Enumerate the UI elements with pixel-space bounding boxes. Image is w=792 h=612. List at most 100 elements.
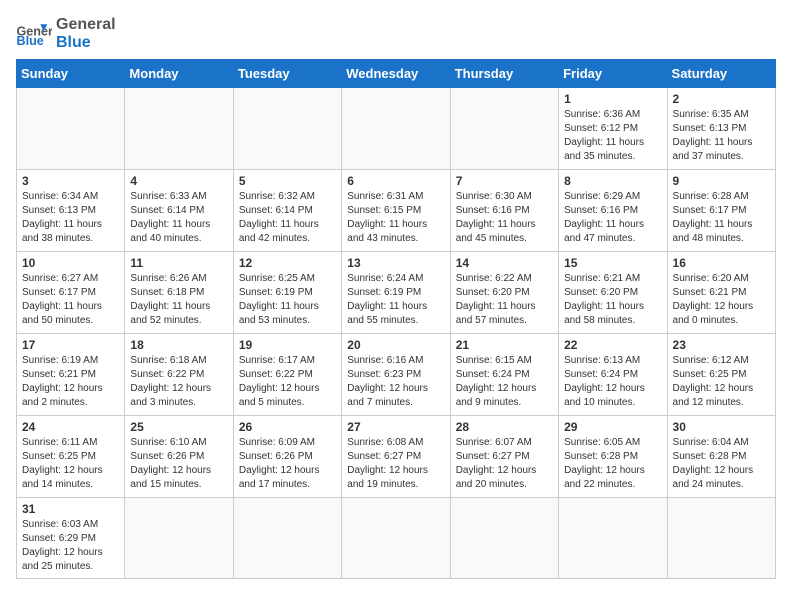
day-number: 4 xyxy=(130,174,227,188)
calendar-week-row: 3Sunrise: 6:34 AMSunset: 6:13 PMDaylight… xyxy=(17,170,776,252)
day-number: 2 xyxy=(673,92,770,106)
day-info: Sunrise: 6:12 AMSunset: 6:25 PMDaylight:… xyxy=(673,354,770,410)
day-info: Sunrise: 6:30 AMSunset: 6:16 PMDaylight:… xyxy=(456,190,553,246)
day-info: Sunrise: 6:10 AMSunset: 6:26 PMDaylight:… xyxy=(130,436,227,492)
day-number: 21 xyxy=(456,338,553,352)
logo: General Blue General Blue xyxy=(16,16,116,51)
day-info: Sunrise: 6:05 AMSunset: 6:28 PMDaylight:… xyxy=(564,436,661,492)
day-info: Sunrise: 6:33 AMSunset: 6:14 PMDaylight:… xyxy=(130,190,227,246)
calendar-cell: 6 Sunrise: 6:31 AMSunset: 6:15 PMDaylight… xyxy=(342,170,450,252)
calendar-week-row: 31Sunrise: 6:03 AMSunset: 6:29 PMDayligh… xyxy=(17,498,776,579)
column-header-sunday: Sunday xyxy=(17,60,125,88)
day-info: Sunrise: 6:36 AMSunset: 6:12 PMDaylight:… xyxy=(564,108,661,164)
logo-blue-text: Blue xyxy=(56,34,116,52)
calendar-week-row: 1 Sunrise: 6:36 AMSunset: 6:12 PMDaylight… xyxy=(17,88,776,170)
day-number: 29 xyxy=(564,420,661,434)
day-info: Sunrise: 6:25 AMSunset: 6:19 PMDaylight:… xyxy=(239,272,336,328)
calendar-cell: 17Sunrise: 6:19 AMSunset: 6:21 PMDayligh… xyxy=(17,334,125,416)
calendar-cell: 27Sunrise: 6:08 AMSunset: 6:27 PMDayligh… xyxy=(342,416,450,498)
day-info: Sunrise: 6:35 AMSunset: 6:13 PMDaylight:… xyxy=(673,108,770,164)
day-number: 28 xyxy=(456,420,553,434)
day-number: 19 xyxy=(239,338,336,352)
column-header-monday: Monday xyxy=(125,60,233,88)
day-number: 7 xyxy=(456,174,553,188)
day-number: 16 xyxy=(673,256,770,270)
calendar-cell: 18Sunrise: 6:18 AMSunset: 6:22 PMDayligh… xyxy=(125,334,233,416)
calendar-cell: 11Sunrise: 6:26 AMSunset: 6:18 PMDayligh… xyxy=(125,252,233,334)
calendar-week-row: 24 Sunrise: 6:11 AMSunset: 6:25 PMDayligh… xyxy=(17,416,776,498)
day-number: 13 xyxy=(347,256,444,270)
day-info: Sunrise: 6:21 AMSunset: 6:20 PMDaylight:… xyxy=(564,272,661,328)
calendar-cell xyxy=(342,88,450,170)
logo-svg: General Blue xyxy=(16,20,52,48)
day-info: Sunrise: 6:11 AMSunset: 6:25 PMDaylight:… xyxy=(22,436,119,492)
calendar-cell: 4 Sunrise: 6:33 AMSunset: 6:14 PMDaylight… xyxy=(125,170,233,252)
day-number: 3 xyxy=(22,174,119,188)
day-number: 24 xyxy=(22,420,119,434)
day-number: 18 xyxy=(130,338,227,352)
day-info: Sunrise: 6:08 AMSunset: 6:27 PMDaylight:… xyxy=(347,436,444,492)
calendar-cell xyxy=(559,498,667,579)
day-info: Sunrise: 6:20 AMSunset: 6:21 PMDaylight:… xyxy=(673,272,770,328)
calendar-cell xyxy=(17,88,125,170)
day-number: 15 xyxy=(564,256,661,270)
calendar-cell xyxy=(450,88,558,170)
day-info: Sunrise: 6:32 AMSunset: 6:14 PMDaylight:… xyxy=(239,190,336,246)
calendar-week-row: 10Sunrise: 6:27 AMSunset: 6:17 PMDayligh… xyxy=(17,252,776,334)
calendar-cell: 15 Sunrise: 6:21 AMSunset: 6:20 PMDayligh… xyxy=(559,252,667,334)
calendar-cell: 20 Sunrise: 6:16 AMSunset: 6:23 PMDayligh… xyxy=(342,334,450,416)
day-number: 26 xyxy=(239,420,336,434)
day-info: Sunrise: 6:28 AMSunset: 6:17 PMDaylight:… xyxy=(673,190,770,246)
calendar-cell xyxy=(342,498,450,579)
day-info: Sunrise: 6:26 AMSunset: 6:18 PMDaylight:… xyxy=(130,272,227,328)
logo-general-text: General xyxy=(56,16,116,34)
calendar-cell xyxy=(125,498,233,579)
calendar-cell: 7 Sunrise: 6:30 AMSunset: 6:16 PMDaylight… xyxy=(450,170,558,252)
day-number: 12 xyxy=(239,256,336,270)
day-info: Sunrise: 6:22 AMSunset: 6:20 PMDaylight:… xyxy=(456,272,553,328)
calendar-cell xyxy=(667,498,775,579)
calendar-cell: 21 Sunrise: 6:15 AMSunset: 6:24 PMDayligh… xyxy=(450,334,558,416)
day-info: Sunrise: 6:31 AMSunset: 6:15 PMDaylight:… xyxy=(347,190,444,246)
day-number: 6 xyxy=(347,174,444,188)
column-header-friday: Friday xyxy=(559,60,667,88)
day-info: Sunrise: 6:27 AMSunset: 6:17 PMDaylight:… xyxy=(22,272,119,328)
column-header-saturday: Saturday xyxy=(667,60,775,88)
calendar-cell: 16 Sunrise: 6:20 AMSunset: 6:21 PMDayligh… xyxy=(667,252,775,334)
calendar-cell xyxy=(233,88,341,170)
calendar-cell: 8Sunrise: 6:29 AMSunset: 6:16 PMDaylight… xyxy=(559,170,667,252)
day-number: 5 xyxy=(239,174,336,188)
calendar-cell: 31Sunrise: 6:03 AMSunset: 6:29 PMDayligh… xyxy=(17,498,125,579)
column-header-wednesday: Wednesday xyxy=(342,60,450,88)
day-info: Sunrise: 6:16 AMSunset: 6:23 PMDaylight:… xyxy=(347,354,444,410)
calendar-cell xyxy=(233,498,341,579)
calendar-cell: 12 Sunrise: 6:25 AMSunset: 6:19 PMDayligh… xyxy=(233,252,341,334)
day-info: Sunrise: 6:17 AMSunset: 6:22 PMDaylight:… xyxy=(239,354,336,410)
calendar-cell: 28 Sunrise: 6:07 AMSunset: 6:27 PMDayligh… xyxy=(450,416,558,498)
day-info: Sunrise: 6:09 AMSunset: 6:26 PMDaylight:… xyxy=(239,436,336,492)
day-info: Sunrise: 6:07 AMSunset: 6:27 PMDaylight:… xyxy=(456,436,553,492)
day-info: Sunrise: 6:24 AMSunset: 6:19 PMDaylight:… xyxy=(347,272,444,328)
calendar-cell xyxy=(125,88,233,170)
calendar-cell: 3Sunrise: 6:34 AMSunset: 6:13 PMDaylight… xyxy=(17,170,125,252)
day-info: Sunrise: 6:04 AMSunset: 6:28 PMDaylight:… xyxy=(673,436,770,492)
column-header-thursday: Thursday xyxy=(450,60,558,88)
header: General Blue General Blue xyxy=(16,16,776,51)
day-number: 22 xyxy=(564,338,661,352)
day-number: 31 xyxy=(22,502,119,516)
calendar-table: SundayMondayTuesdayWednesdayThursdayFrid… xyxy=(16,59,776,579)
day-number: 25 xyxy=(130,420,227,434)
day-number: 20 xyxy=(347,338,444,352)
day-info: Sunrise: 6:15 AMSunset: 6:24 PMDaylight:… xyxy=(456,354,553,410)
day-number: 17 xyxy=(22,338,119,352)
calendar-cell xyxy=(450,498,558,579)
calendar-header-row: SundayMondayTuesdayWednesdayThursdayFrid… xyxy=(17,60,776,88)
calendar-cell: 19 Sunrise: 6:17 AMSunset: 6:22 PMDayligh… xyxy=(233,334,341,416)
calendar-cell: 5 Sunrise: 6:32 AMSunset: 6:14 PMDaylight… xyxy=(233,170,341,252)
day-number: 9 xyxy=(673,174,770,188)
day-number: 14 xyxy=(456,256,553,270)
day-info: Sunrise: 6:13 AMSunset: 6:24 PMDaylight:… xyxy=(564,354,661,410)
day-number: 1 xyxy=(564,92,661,106)
calendar-cell: 10Sunrise: 6:27 AMSunset: 6:17 PMDayligh… xyxy=(17,252,125,334)
calendar-cell: 23Sunrise: 6:12 AMSunset: 6:25 PMDayligh… xyxy=(667,334,775,416)
